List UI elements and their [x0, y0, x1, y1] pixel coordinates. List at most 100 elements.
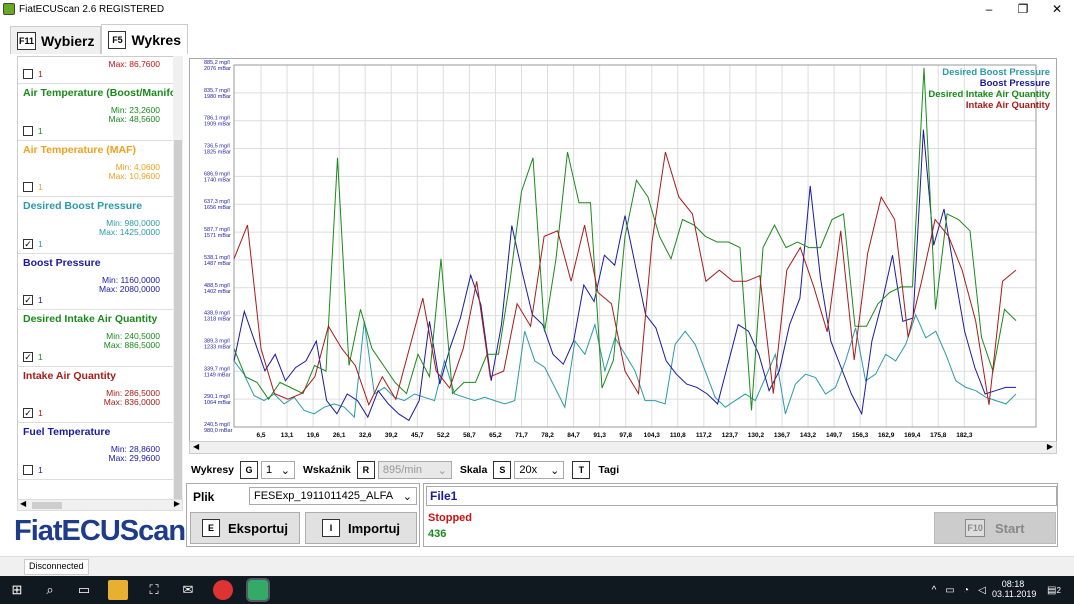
file-explorer-icon[interactable]	[108, 580, 128, 600]
sensor-item[interactable]: Fuel Temperature Min: 28,8600 Max: 29,9600…	[18, 423, 182, 480]
tab-label: Wybierz	[41, 32, 95, 49]
y-tick-label-mbar: 1487 mBar	[204, 261, 231, 267]
x-tick-label: 104,3	[644, 432, 661, 439]
sensor-checkbox[interactable]	[23, 125, 33, 136]
key-r-icon: R	[356, 461, 375, 479]
sensor-max: Max: 836,0000	[103, 396, 160, 407]
skala-label: Skala	[459, 464, 488, 476]
key-g-icon: G	[240, 461, 259, 479]
wskaznik-label: Wskaźnik	[303, 464, 351, 476]
file-name-field[interactable]: File1	[426, 486, 1057, 506]
search-icon[interactable]: ⌕	[40, 580, 60, 600]
x-tick-label: 110,8	[670, 432, 686, 439]
record-state: Stopped	[428, 512, 472, 524]
sidebar-horizontal-scrollbar[interactable]: ◀ ▶	[17, 499, 183, 511]
chart-horizontal-scrollbar[interactable]: ◀ ▶	[189, 441, 1057, 454]
status-bar: Disconnected	[0, 556, 1074, 576]
clock-time: 08:18	[1001, 579, 1025, 589]
scroll-left-icon[interactable]: ◀	[193, 442, 199, 451]
sensor-item-partial: Max: 86,7600 1	[18, 57, 182, 84]
sensor-item[interactable]: Boost Pressure Min: 1160,0000 Max: 2080,00…	[18, 254, 182, 310]
indicator-select[interactable]: 895/min ⌄	[377, 461, 452, 479]
x-tick-label: 91,3	[593, 432, 606, 439]
sensor-max: Max: 29,9600	[108, 453, 160, 463]
chart-svg: 885,2 mg/l2076 mBar835,7 mg/l1980 mBar78…	[204, 60, 1051, 439]
x-tick-label: 149,7	[826, 432, 843, 439]
sensor-checkbox-num: 1	[38, 464, 43, 475]
close-button[interactable]: ✕	[1040, 0, 1074, 18]
sensor-item[interactable]: Air Temperature (Boost/Manifo Min: 23,260…	[18, 84, 182, 141]
tab-wybierz[interactable]: F11 Wybierz	[10, 26, 102, 54]
y-tick-label-mbar: 1825 mBar	[204, 150, 231, 156]
sensor-name: Fuel Temperature	[23, 426, 111, 438]
y-tick-label-mbar: 1318 mBar	[204, 317, 231, 323]
select-value: FESExp_1911011425_ALFA	[254, 490, 394, 502]
y-tick-label-mbar: 1656 mBar	[204, 205, 231, 211]
scroll-left-icon[interactable]: ◀	[20, 499, 26, 508]
scrollbar-thumb[interactable]	[174, 140, 182, 500]
x-tick-label: 58,7	[463, 432, 476, 439]
windows-start-icon[interactable]: ⊞	[7, 580, 27, 600]
key-f10-icon: F10	[965, 519, 985, 537]
scroll-right-icon[interactable]: ▶	[1047, 442, 1053, 451]
chrome-icon[interactable]	[213, 580, 233, 600]
store-icon[interactable]: ⛶	[144, 580, 164, 600]
x-tick-label: 175,8	[930, 432, 947, 439]
file-select[interactable]: FESExp_1911011425_ALFA ⌄	[249, 487, 417, 505]
maximize-button[interactable]: ❐	[1006, 0, 1040, 18]
scale-select[interactable]: 20x ⌄	[514, 461, 565, 479]
charts-count-select[interactable]: 1 ⌄	[261, 461, 296, 479]
legend-entry: Desired Boost Pressure	[942, 67, 1050, 78]
record-count: 436	[428, 528, 447, 540]
sensor-name: Boost Pressure	[23, 256, 101, 269]
y-tick-label-mbar: 1402 mBar	[204, 289, 231, 295]
sensor-checkbox[interactable]: ✓	[23, 238, 33, 249]
minimize-button[interactable]: –	[972, 0, 1006, 18]
clock[interactable]: 08:18 03.11.2019	[992, 579, 1036, 599]
x-tick-label: 39,2	[385, 432, 398, 439]
legend-entry: Boost Pressure	[980, 78, 1050, 89]
select-value: 895/min	[382, 464, 423, 476]
y-tick-label-mbar: 1571 mBar	[204, 233, 231, 239]
sensor-checkbox[interactable]: ✓	[23, 408, 33, 418]
tagi-label[interactable]: Tagi	[598, 464, 619, 476]
scrollbar-thumb[interactable]	[32, 502, 62, 509]
x-tick-label: 78,2	[541, 432, 554, 439]
sidebar-vertical-scrollbar[interactable]	[173, 56, 183, 500]
start-button[interactable]: F10 Start	[934, 512, 1056, 544]
mail-icon[interactable]: ✉	[178, 580, 198, 600]
x-tick-label: 71,7	[515, 432, 528, 439]
sensor-max: Max: 886,5000	[103, 340, 160, 350]
scroll-right-icon[interactable]: ▶	[174, 499, 180, 508]
export-label: Eksportuj	[228, 520, 288, 536]
chart-area: 885,2 mg/l 2076 mBar 835,7 mg/l 1980 mBar 78…	[189, 58, 1057, 454]
sensor-checkbox[interactable]: ✓	[23, 351, 33, 362]
sensor-item[interactable]: Desired Boost Pressure Min: 980,0000 Max: …	[18, 197, 182, 254]
x-tick-label: 45,7	[411, 432, 424, 439]
import-button[interactable]: I Importuj	[305, 512, 417, 544]
volume-icon[interactable]: ◁	[972, 580, 992, 600]
y-tick-label-mbar: 1980 mBar	[204, 94, 231, 100]
tab-bar: F11 Wybierz F5 Wykres	[10, 24, 189, 54]
sensor-item[interactable]: Intake Air Quantity Min: 286,5000 Max: 836…	[18, 367, 182, 423]
notification-icon[interactable]: ▤ 2	[1044, 580, 1064, 600]
tab-wykres[interactable]: F5 Wykres	[101, 24, 189, 54]
sensor-checkbox[interactable]	[23, 464, 33, 475]
task-view-icon[interactable]: ▭	[74, 580, 94, 600]
sensor-checkbox[interactable]: ✓	[23, 295, 33, 305]
sensor-item[interactable]: Air Temperature (MAF) Min: 4,0600 Max: 10,…	[18, 141, 182, 197]
fiatecuscan-task-icon[interactable]	[246, 578, 270, 602]
export-button[interactable]: E Eksportuj	[190, 512, 300, 544]
x-tick-label: 156,3	[852, 432, 869, 439]
key-s-icon: S	[493, 461, 512, 479]
connection-status: Disconnected	[24, 559, 89, 575]
x-tick-label: 117,2	[696, 432, 712, 439]
sensor-item[interactable]: Desired Intake Air Quantity Min: 240,5000…	[18, 310, 182, 367]
legend-entry: Intake Air Quantity	[966, 100, 1051, 111]
sensor-checkbox[interactable]	[23, 182, 33, 192]
sensor-checkbox[interactable]	[23, 69, 33, 79]
y-tick-label-mbar: 1064 mBar	[204, 400, 231, 406]
x-tick-label: 13,1	[281, 432, 294, 439]
x-tick-label: 97,8	[619, 432, 632, 439]
key-t-icon[interactable]: T	[572, 461, 591, 479]
